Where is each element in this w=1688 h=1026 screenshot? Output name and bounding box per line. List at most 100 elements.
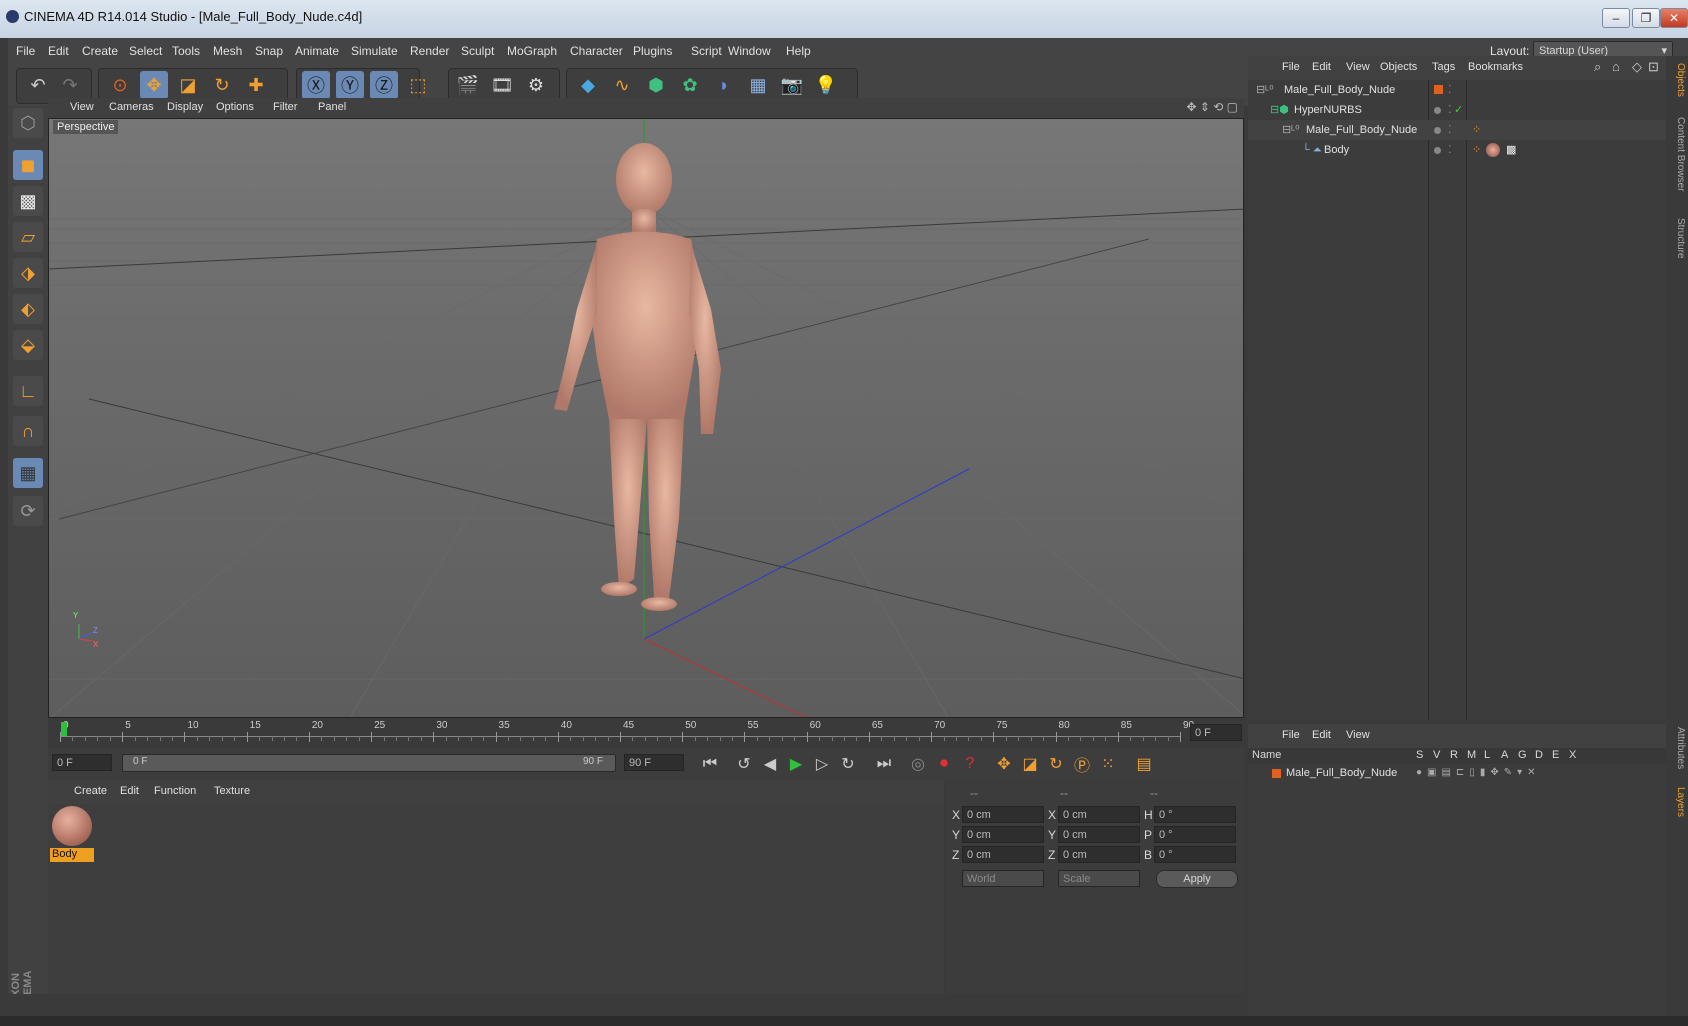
workplane-mode-icon[interactable]: ▱ <box>13 222 43 252</box>
next-frame-icon[interactable]: ▷ <box>808 750 836 778</box>
viewport-menu-cameras[interactable]: Cameras <box>109 101 154 113</box>
points-mode-icon[interactable]: ⬗ <box>13 258 43 288</box>
coord-rot-b-field[interactable]: 0 ° <box>1154 846 1236 863</box>
keyframe-selection-icon[interactable]: ? <box>956 750 984 778</box>
obj-menu-bookmarks[interactable]: Bookmarks <box>1468 61 1523 73</box>
material-body[interactable]: Body <box>50 806 94 862</box>
object-row[interactable]: ⊟⬢ HyperNURBS ⁚ ✓ <box>1248 100 1666 120</box>
current-frame-field[interactable]: 0 F <box>1190 724 1242 741</box>
end-frame-field[interactable]: 90 F <box>624 754 684 771</box>
y-axis-lock-icon[interactable]: Ⓨ <box>336 71 364 99</box>
render-settings-icon[interactable]: ⚙ <box>522 71 550 99</box>
z-axis-lock-icon[interactable]: Ⓩ <box>370 71 398 99</box>
make-editable-icon[interactable]: ⬡ <box>13 108 43 138</box>
minimize-button[interactable]: – <box>1602 8 1630 28</box>
menu-window[interactable]: Window <box>728 44 771 58</box>
layer-toggle-icons[interactable]: ●▣▤⊏▯▮✥✎▾✕ <box>1416 764 1540 782</box>
tab-attributes[interactable]: Attributes <box>1668 718 1686 778</box>
menu-help[interactable]: Help <box>786 44 811 58</box>
spline-icon[interactable]: ∿ <box>608 71 636 99</box>
deformer-icon[interactable]: ◗ <box>710 71 738 99</box>
menu-snap[interactable]: Snap <box>255 44 283 58</box>
menu-plugins[interactable]: Plugins <box>633 44 672 58</box>
record-scale-icon[interactable]: ◪ <box>1016 750 1044 778</box>
close-button[interactable]: ✕ <box>1660 8 1688 28</box>
obj-menu-tags[interactable]: Tags <box>1432 61 1455 73</box>
coord-pos-y-field[interactable]: 0 cm <box>962 826 1044 843</box>
enabled-check-icon[interactable]: ✓ <box>1454 100 1463 120</box>
visibility-dots-icon[interactable]: ⁚ <box>1448 140 1452 160</box>
visibility-dots-icon[interactable]: ⁚ <box>1448 100 1452 120</box>
timeline-ruler[interactable]: 051015202530354045505560657075808590 0 F <box>48 718 1244 748</box>
material-menu-texture[interactable]: Texture <box>214 785 250 797</box>
layer-menu-view[interactable]: View <box>1346 729 1370 741</box>
playhead[interactable] <box>61 722 67 736</box>
menu-character[interactable]: Character <box>570 44 623 58</box>
record-rotation-icon[interactable]: ↻ <box>1042 750 1070 778</box>
apply-button[interactable]: Apply <box>1156 870 1238 888</box>
obj-menu-view[interactable]: View <box>1346 61 1370 73</box>
new-view-icon[interactable]: ⊡ <box>1648 59 1659 75</box>
goto-end-icon[interactable]: ⏭ <box>870 750 898 778</box>
timeline-window-icon[interactable]: ▤ <box>1130 750 1158 778</box>
render-view-icon[interactable]: 🎬 <box>454 71 482 99</box>
layer-row[interactable]: Male_Full_Body_Nude ●▣▤⊏▯▮✥✎▾✕ <box>1248 764 1666 782</box>
menu-edit[interactable]: Edit <box>48 44 69 58</box>
layer-dot[interactable] <box>1434 107 1441 114</box>
live-selection-icon[interactable]: ⊙ <box>106 71 134 99</box>
menu-render[interactable]: Render <box>410 44 449 58</box>
coord-size-x-field[interactable]: 0 cm <box>1058 806 1140 823</box>
workplane-lock-icon[interactable]: ▦ <box>13 458 43 488</box>
redo-icon[interactable]: ↷ <box>56 71 84 99</box>
menu-script[interactable]: Script <box>691 44 722 58</box>
goto-start-icon[interactable]: ⏮ <box>696 750 724 778</box>
material-menu-create[interactable]: Create <box>74 785 107 797</box>
menu-mesh[interactable]: Mesh <box>213 44 242 58</box>
menu-simulate[interactable]: Simulate <box>351 44 398 58</box>
viewport-menu-filter[interactable]: Filter <box>273 101 297 113</box>
coord-size-z-field[interactable]: 0 cm <box>1058 846 1140 863</box>
viewport-menu-view[interactable]: View <box>70 101 94 113</box>
menu-mograph[interactable]: MoGraph <box>507 44 557 58</box>
visibility-dots-icon[interactable]: ⁚ <box>1448 80 1452 100</box>
next-key-icon[interactable]: ↻ <box>834 750 862 778</box>
nurbs-icon[interactable]: ⬢ <box>642 71 670 99</box>
autokey-icon[interactable]: ⏺ <box>930 750 958 778</box>
level-up-icon[interactable]: ◇ <box>1632 59 1642 75</box>
menu-create[interactable]: Create <box>82 44 118 58</box>
prev-frame-icon[interactable]: ◀ <box>756 750 784 778</box>
obj-menu-file[interactable]: File <box>1282 61 1300 73</box>
camera-icon[interactable]: 📷 <box>778 71 806 99</box>
visibility-dots-icon[interactable]: ⁚ <box>1448 120 1452 140</box>
tab-layers[interactable]: Layers <box>1668 782 1686 822</box>
material-menu-function[interactable]: Function <box>154 785 196 797</box>
snap-magnet-icon[interactable]: ∩ <box>13 416 43 446</box>
rotate-tool-icon[interactable]: ↻ <box>208 71 236 99</box>
layer-dot[interactable] <box>1434 147 1441 154</box>
menu-file[interactable]: File <box>16 44 35 58</box>
perspective-viewport[interactable]: Perspective Y Z X <box>48 118 1244 718</box>
tab-structure[interactable]: Structure <box>1668 208 1686 268</box>
coord-size-mode-dropdown[interactable]: Scale <box>1058 870 1140 887</box>
coordinate-system-icon[interactable]: ⬚ <box>404 71 432 99</box>
menu-tools[interactable]: Tools <box>172 44 200 58</box>
layer-color-swatch[interactable] <box>1434 85 1443 94</box>
array-icon[interactable]: ✿ <box>676 71 704 99</box>
viewport-menu-panel[interactable]: Panel <box>318 101 346 113</box>
layer-dot[interactable] <box>1434 127 1441 134</box>
x-axis-lock-icon[interactable]: Ⓧ <box>302 71 330 99</box>
viewport-menu-display[interactable]: Display <box>167 101 203 113</box>
floor-icon[interactable]: ▦ <box>744 71 772 99</box>
tab-objects[interactable]: Objects <box>1668 60 1686 100</box>
frame-range-slider[interactable]: 0 F 90 F <box>122 754 616 772</box>
coord-rot-h-field[interactable]: 0 ° <box>1154 806 1236 823</box>
polygons-mode-icon[interactable]: ⬙ <box>13 330 43 360</box>
coord-rot-p-field[interactable]: 0 ° <box>1154 826 1236 843</box>
coord-pos-x-field[interactable]: 0 cm <box>962 806 1044 823</box>
edges-mode-icon[interactable]: ⬖ <box>13 294 43 324</box>
phong-tag-icon[interactable]: ⁘ <box>1472 140 1481 160</box>
object-row[interactable]: └ ⏶ Body ⁚ ⁘ ▩ <box>1248 140 1666 160</box>
locked-workplane-icon[interactable]: ⟳ <box>13 496 43 526</box>
obj-menu-objects[interactable]: Objects <box>1380 61 1417 73</box>
scale-tool-icon[interactable]: ◪ <box>174 71 202 99</box>
